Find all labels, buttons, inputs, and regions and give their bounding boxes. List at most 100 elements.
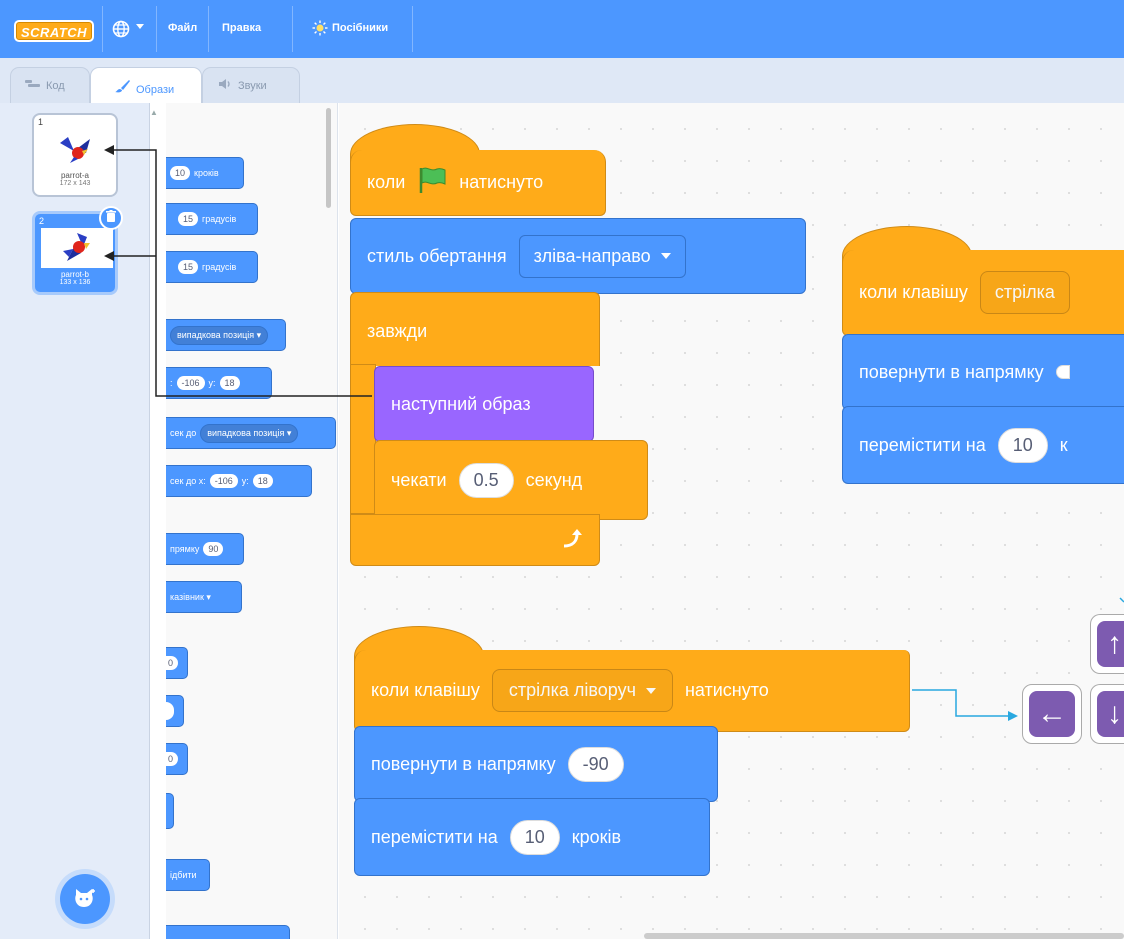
brush-icon <box>115 79 131 96</box>
costume-item-parrot-a[interactable]: 1 parrot-a 172 x 143 <box>32 113 118 197</box>
palette-dropdown[interactable]: казівник ▾ <box>170 589 217 606</box>
palette-input[interactable]: 18 <box>219 376 240 390</box>
palette-input[interactable]: 15 <box>178 260 199 274</box>
menu-separator <box>412 6 413 52</box>
down-arrow-icon: ↓ <box>1097 691 1124 737</box>
next-costume-block[interactable]: наступний образ <box>374 366 594 442</box>
block-label: кроків <box>571 826 622 847</box>
point-direction-block[interactable]: повернути в напрямку <box>842 334 1124 410</box>
palette-point-towards-block[interactable]: казівник ▾ <box>166 581 242 613</box>
palette-input[interactable]: 90 <box>203 542 224 556</box>
menu-tutorials[interactable]: Посібники <box>332 22 388 34</box>
steps-input[interactable]: 10 <box>509 819 560 855</box>
palette-input[interactable]: 18 <box>252 474 273 488</box>
workspace-scrollbar[interactable] <box>644 933 1124 939</box>
block-label: чекати <box>391 469 447 490</box>
block-label: перемістити на <box>859 434 986 455</box>
palette-glide-block[interactable]: сек до випадкова позиція ▾ <box>166 417 336 449</box>
editor-tabs: Код Образи Звуки <box>0 58 1124 103</box>
menu-edit[interactable]: Правка <box>222 22 261 34</box>
key-dropdown[interactable]: стрілка <box>979 271 1070 314</box>
tab-costumes[interactable]: Образи <box>90 67 202 103</box>
palette-set-y-block[interactable] <box>166 793 174 829</box>
wait-block[interactable]: чекати 0.5 секунд <box>374 440 648 520</box>
down-arrow-key: ↓ <box>1090 684 1124 744</box>
costume-number: 2 <box>39 216 45 226</box>
menu-separator <box>102 6 103 52</box>
palette-move-block[interactable]: 10 кроків <box>166 157 244 189</box>
palette-change-y-block[interactable]: 0 <box>166 743 188 775</box>
key-dropdown[interactable]: стрілка ліворуч <box>491 669 673 712</box>
left-arrow-icon: ← <box>1029 691 1075 737</box>
direction-input[interactable]: -90 <box>567 746 624 782</box>
lightbulb-icon[interactable] <box>312 20 328 39</box>
costume-number: 1 <box>38 117 44 127</box>
green-flag-icon <box>417 166 447 199</box>
palette-input[interactable]: 10 <box>170 166 191 180</box>
palette-input[interactable]: 0 <box>166 656 179 670</box>
palette-input[interactable] <box>166 702 174 720</box>
tab-sounds[interactable]: Звуки <box>202 67 300 103</box>
palette-scrollbar[interactable] <box>326 108 331 208</box>
palette-dropdown-label: казівник <box>170 591 204 602</box>
loop-arrow-icon <box>561 529 583 554</box>
when-key-pressed-block[interactable]: коли клавішу стрілка <box>842 250 1124 336</box>
when-key-pressed-block[interactable]: коли клавішу стрілка ліворуч натиснуто <box>354 650 910 732</box>
palette-label: прямку <box>170 544 200 554</box>
palette-input[interactable]: 15 <box>178 212 199 226</box>
wait-seconds-input[interactable]: 0.5 <box>458 462 514 498</box>
left-arrow-key: ← <box>1022 684 1082 744</box>
chevron-down-icon <box>660 253 671 259</box>
globe-icon[interactable] <box>112 20 130 43</box>
costume-name: parrot-b <box>60 270 89 279</box>
parrot-a-thumbnail <box>40 129 112 169</box>
palette-bounce-block[interactable]: ідбити <box>166 859 210 891</box>
costume-size: 133 x 136 <box>59 279 91 286</box>
palette-label: ідбити <box>170 870 197 880</box>
palette-input[interactable]: 0 <box>166 752 179 766</box>
dropdown-label: стрілка ліворуч <box>508 680 636 700</box>
trash-icon[interactable] <box>99 206 123 230</box>
palette-turn-right-block[interactable]: 15 градусів <box>166 203 258 235</box>
steps-input[interactable]: 10 <box>997 427 1048 463</box>
palette-input[interactable]: -106 <box>209 474 238 488</box>
palette-point-direction-block[interactable]: прямку 90 <box>166 533 244 565</box>
palette-goto-xy-block[interactable]: : -106 y: 18 <box>166 367 272 399</box>
rotation-style-dropdown[interactable]: зліва-направо <box>518 234 686 278</box>
move-steps-block[interactable]: перемістити на 10 кроків <box>354 798 710 876</box>
tab-code-label: Код <box>46 80 65 92</box>
palette-goto-block[interactable]: випадкова позиція ▾ <box>166 319 286 351</box>
palette-glide-xy-block[interactable]: сек до x: -106 y: 18 <box>166 465 312 497</box>
scratch-logo[interactable]: SCRATCH <box>14 20 94 42</box>
set-rotation-style-block[interactable]: стиль обертання зліва-направо <box>350 218 806 294</box>
point-direction-block[interactable]: повернути в напрямку -90 <box>354 726 718 802</box>
menu-separator <box>156 6 157 52</box>
palette-label: сек до <box>170 428 197 438</box>
up-arrow-key: ↑ <box>1090 614 1124 674</box>
tab-sounds-label: Звуки <box>238 80 267 92</box>
palette-dropdown-label: випадкова позиція <box>177 329 255 340</box>
palette-label: кроків <box>194 168 219 178</box>
chevron-down-icon <box>136 24 144 29</box>
palette-input[interactable]: -106 <box>176 376 205 390</box>
palette-rotation-style-block[interactable] <box>166 925 290 939</box>
block-palette: 10 кроків 15 градусів 15 градусів випадк… <box>166 103 338 939</box>
palette-turn-left-block[interactable]: 15 градусів <box>166 251 258 283</box>
block-label: стиль обертання <box>367 245 507 266</box>
forever-block[interactable]: завжди <box>350 292 600 366</box>
block-label: перемістити на <box>371 826 498 847</box>
scroll-up-icon[interactable]: ▲ <box>150 108 158 118</box>
block-label: повернути в напрямку <box>371 753 556 774</box>
when-flag-clicked-block[interactable]: коли натиснуто <box>350 150 606 216</box>
tab-code[interactable]: Код <box>10 67 90 103</box>
up-arrow-icon: ↑ <box>1097 621 1124 667</box>
palette-dropdown[interactable]: випадкова позиція ▾ <box>170 325 269 345</box>
direction-input[interactable] <box>1055 365 1070 379</box>
palette-dropdown[interactable]: випадкова позиція ▾ <box>200 423 299 443</box>
menu-file[interactable]: Файл <box>168 22 197 34</box>
palette-set-x-block[interactable] <box>166 695 184 727</box>
costume-item-parrot-b[interactable]: 2 parrot-b 133 x 136 <box>32 206 123 295</box>
choose-costume-button[interactable] <box>60 874 110 924</box>
move-steps-block[interactable]: перемістити на 10 к <box>842 406 1124 484</box>
palette-change-x-block[interactable]: 0 <box>166 647 188 679</box>
